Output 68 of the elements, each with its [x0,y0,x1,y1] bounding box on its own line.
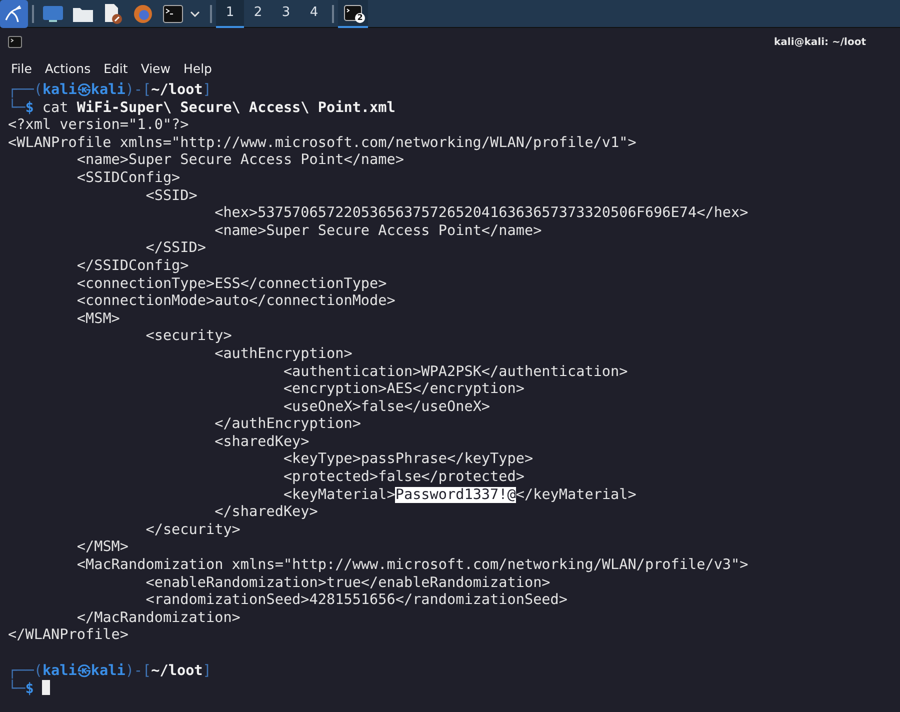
prompt-frame: └─ [8,681,26,698]
terminal-text: <keyMaterial> [282,486,396,503]
terminal-text: </SSIDConfig> [76,258,189,274]
terminal-text: </authEncryption> [214,416,361,432]
terminal-text: <SSIDConfig> [76,170,180,186]
terminal-text: <hex>53757065722053656375726520416363657373320506F696E74</hex> [214,205,748,222]
prompt-frame: ] [202,82,212,98]
window-title: kali@kali: ~/loot [774,36,866,48]
terminal-text: <encryption>AES</encryption> [282,381,524,398]
terminal-text: <MSM> [76,310,120,327]
menu-item[interactable]: Actions [44,60,91,76]
menu-item[interactable]: Edit [104,60,128,76]
prompt-frame: )-[ [125,82,152,98]
terminal-text: </WLANProfile> [8,627,129,644]
terminal-text: </keyMaterial> [516,486,636,503]
document-pen-icon[interactable] [103,4,123,24]
terminal-text: <useOneX>false</useOneX> [282,398,490,415]
prompt-frame: ┌──( [8,662,42,679]
prompt-frame: ┌──( [8,82,42,98]
terminal-text: <connectionType>ESS</connectionType> [76,276,387,292]
workspace-tab[interactable]: 1 [216,0,244,28]
terminal-text: </sharedKey> [214,504,318,520]
terminal-text: <SSID> [144,188,198,204]
terminal-text: <connectionMode>auto</connectionMode> [76,293,396,310]
terminal-text: <?xml version="1.0"?> [8,117,189,134]
terminal-text: <authentication>WPA2PSK</authentication> [282,364,628,380]
fox-globe-icon[interactable] [133,4,153,24]
terminal-text: </MSM> [76,539,129,556]
prompt-path: ~/loot [151,82,203,98]
terminal-text: </SSID> [144,240,206,256]
prompt-user: $ [25,100,34,116]
terminal-text: <protected>false</protected> [282,469,524,486]
caret-icon[interactable] [190,10,200,16]
terminal-text: </MacRandomization> [76,610,240,626]
dragon-logo-icon[interactable] [0,0,28,28]
prompt-frame: └─ [8,100,26,116]
menu-item[interactable]: File [11,60,32,76]
prompt-path: ~/loot [151,662,203,679]
terminal-text: <MacRandomization xmlns="http://www.microsoft.com/networking/WLAN/profile/v3"> [76,557,748,574]
terminal-text: </security> [144,522,240,538]
terminal-text: <sharedKey> [214,434,310,450]
workspace-tab[interactable]: 4 [300,0,328,28]
terminal-task-button[interactable]: 2 [338,0,368,28]
prompt-user: $ [25,681,34,698]
terminal-text: <security> [144,328,232,344]
selected-text: Password1337!@ [395,486,516,503]
prompt-user: kali㉿kali [42,82,126,98]
terminal-icon [344,4,362,20]
menu-item[interactable]: View [140,60,170,76]
terminal-text: <authEncryption> [214,346,352,362]
workspace-tab[interactable]: 3 [272,0,300,28]
terminal-text: cat [41,100,70,116]
folder-icon[interactable] [73,6,93,22]
prompt-frame: ] [202,662,212,679]
prompt-user: kali㉿kali [42,662,126,679]
terminal-text: <keyType>passPhrase</keyType> [282,451,534,468]
terminal-text: <name>Super Secure Access Point</name> [76,152,404,168]
prompt-frame: )-[ [125,662,152,679]
terminal-text: <randomizationSeed>4281551656</randomizationSeed> [144,592,568,608]
terminal-icon[interactable] [163,4,183,22]
terminal-icon [8,36,22,48]
menu-item[interactable]: Help [183,60,212,76]
terminal-text: <enableRandomization>true</enableRandomization> [144,574,550,591]
workspace-tab[interactable]: 2 [244,0,272,28]
terminal-text: WiFi-Super\ Secure\ Access\ Point.xml [76,100,396,116]
terminal-text: <WLANProfile xmlns="http://www.microsoft.com/networking/WLAN/profile/v1"> [8,134,636,151]
desktop-icon[interactable] [43,6,63,22]
terminal-text: <name>Super Secure Access Point</name> [214,222,542,239]
